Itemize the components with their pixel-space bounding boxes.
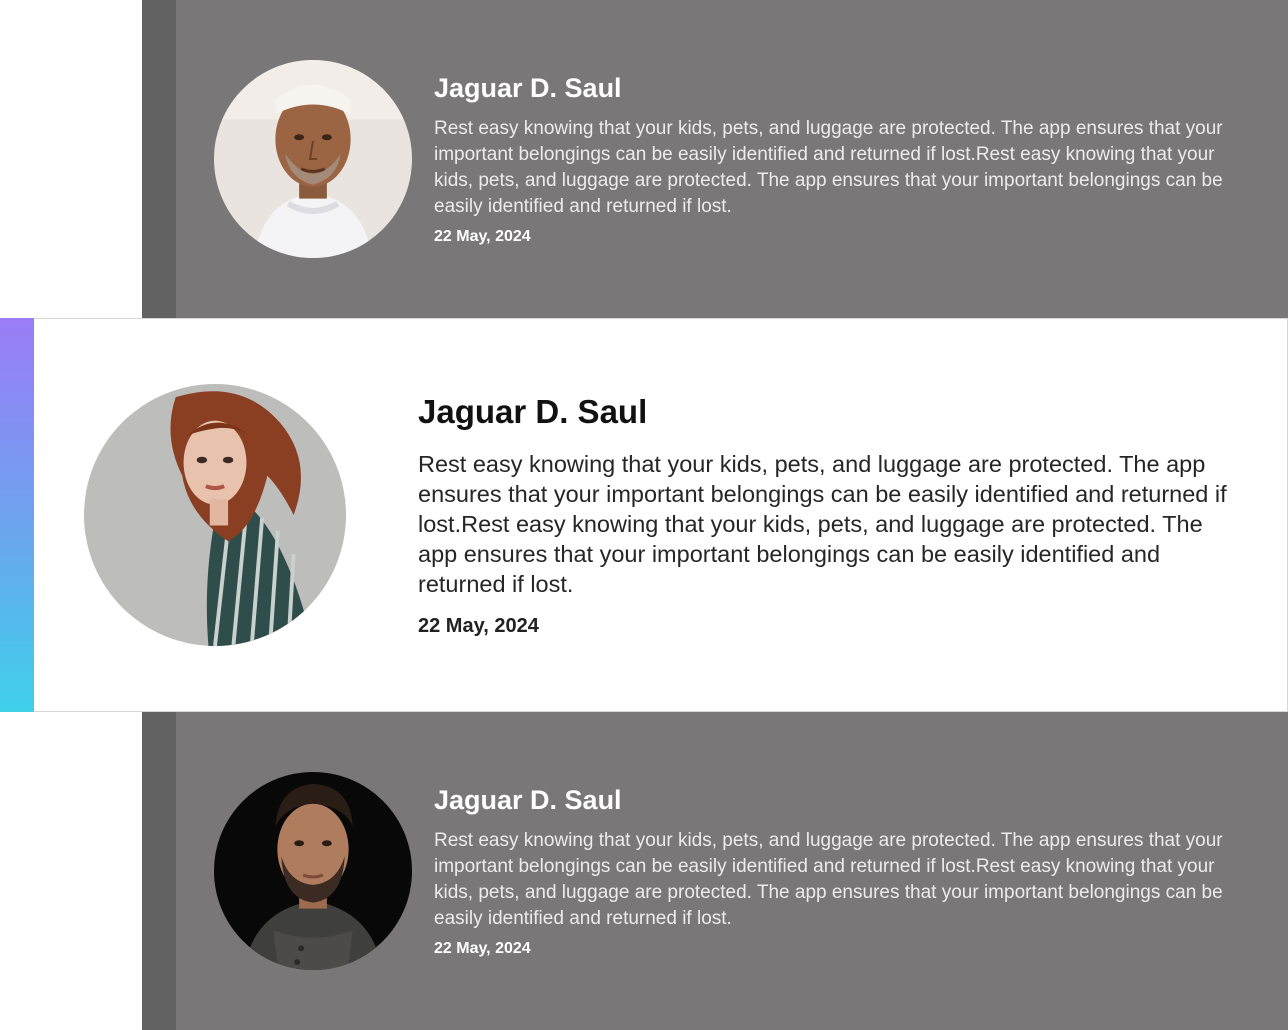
card-content: Jaguar D. Saul Rest easy knowing that yo… [434, 784, 1254, 958]
card-accent-bar [142, 0, 176, 318]
testimonial-list: Jaguar D. Saul Rest easy knowing that yo… [0, 0, 1288, 1030]
testimonial-date: 22 May, 2024 [434, 228, 531, 245]
card-accent-bar [0, 318, 34, 712]
card-accent-bar [142, 712, 176, 1030]
reviewer-name: Jaguar D. Saul [418, 393, 648, 430]
testimonial-date: 22 May, 2024 [434, 940, 531, 957]
testimonial-text: Rest easy knowing that your kids, pets, … [434, 118, 1223, 217]
testimonial-card-2[interactable]: Jaguar D. Saul Rest easy knowing that yo… [0, 318, 1288, 712]
avatar [214, 60, 412, 258]
testimonial-text: Rest easy knowing that your kids, pets, … [418, 451, 1227, 597]
avatar-photo-older-man [214, 60, 412, 258]
avatar [84, 384, 346, 646]
testimonial-text: Rest easy knowing that your kids, pets, … [434, 830, 1223, 929]
testimonial-card-3[interactable]: Jaguar D. Saul Rest easy knowing that yo… [142, 712, 1288, 1030]
reviewer-name: Jaguar D. Saul [434, 785, 622, 815]
reviewer-name: Jaguar D. Saul [434, 73, 622, 103]
avatar-photo-woman [84, 384, 346, 646]
testimonial-card-1[interactable]: Jaguar D. Saul Rest easy knowing that yo… [142, 0, 1288, 318]
avatar-photo-bearded-man [214, 772, 412, 970]
card-content: Jaguar D. Saul Rest easy knowing that yo… [418, 393, 1248, 638]
card-content: Jaguar D. Saul Rest easy knowing that yo… [434, 72, 1254, 246]
testimonial-date: 22 May, 2024 [418, 615, 539, 637]
avatar [214, 772, 412, 970]
